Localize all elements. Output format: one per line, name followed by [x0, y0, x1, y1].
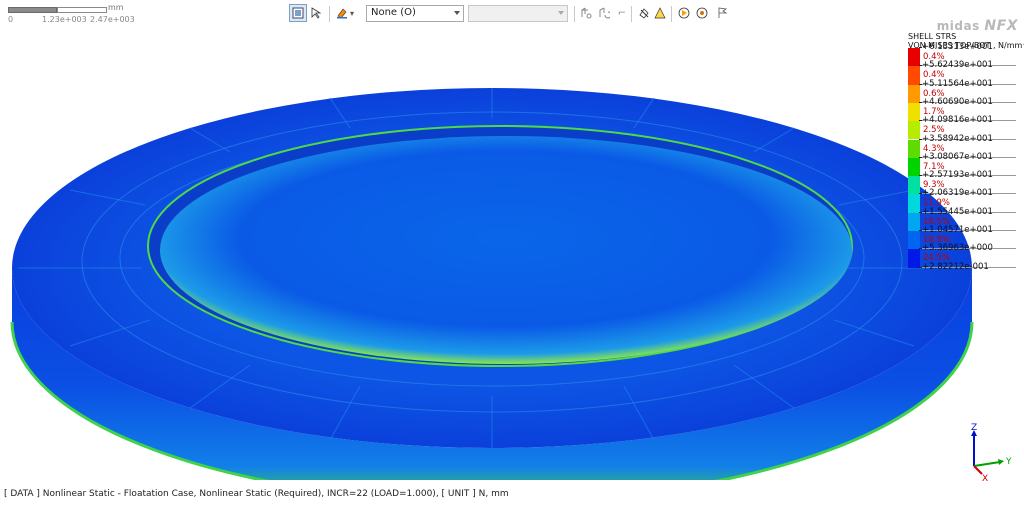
legend-swatch-7: [908, 176, 920, 195]
legend-swatch-10: [908, 231, 920, 250]
chevron-down-icon: [558, 11, 564, 15]
scale-bar-tick-0: 0: [8, 15, 14, 24]
z-axis-label: Z: [971, 423, 977, 433]
scale-bar-tick-2: 2.47e+003: [90, 15, 135, 24]
legend-title-line1: SHELL STRS: [908, 32, 957, 41]
view-toolbar: ▾ None (O) ⌐: [285, 2, 745, 24]
settings-icon[interactable]: [693, 4, 711, 22]
load-case-select[interactable]: None (O): [366, 5, 464, 22]
legend-value-5: +3.58942e+001: [919, 133, 993, 144]
legend-swatch-8: [908, 194, 920, 213]
legend-value-4: +4.09816e+001: [919, 115, 993, 126]
legend-value-7: +2.57193e+001: [919, 170, 993, 181]
legend-value-10: +1.04571e+001: [919, 225, 993, 235]
scale-bar-unit: mm: [108, 3, 124, 12]
warning-icon[interactable]: [651, 4, 669, 22]
model-viewport[interactable]: [0, 26, 1024, 480]
legend-swatch-4: [908, 121, 920, 140]
legend-value-9: +1.55445e+001: [919, 206, 993, 217]
status-line: [ DATA ] Nonlinear Static - Floatation C…: [4, 489, 509, 499]
legend-value-11: +5.36963e+000: [919, 243, 993, 254]
inner-plate: [160, 136, 852, 364]
display-icon[interactable]: [289, 4, 307, 22]
brand-prefix: midas: [936, 19, 980, 33]
view-group-icon[interactable]: [577, 4, 595, 22]
scale-bar-segment-dark: [8, 7, 57, 13]
contour-legend: midas NFX SHELL STRS VON MISES TOP/BOT ,…: [908, 18, 1024, 278]
y-arrow-icon: [998, 459, 1004, 465]
legend-swatch-6: [908, 157, 920, 177]
load-case-value: None (O): [371, 7, 416, 18]
scale-bar: mm 0 1.23e+003 2.47e+003: [8, 3, 168, 27]
legend-value-8: +2.06319e+001: [919, 188, 993, 199]
legend-value-0: +6.13313e+001: [919, 42, 993, 52]
legend-value-3: +4.60690e+001: [919, 96, 993, 107]
legend-value-12: +2.82212e-001: [919, 261, 989, 272]
paint-dropdown-icon[interactable]: ▾: [348, 4, 356, 22]
legend-swatch-9: [908, 212, 920, 231]
play-icon[interactable]: [675, 4, 693, 22]
node-icon[interactable]: ⌐: [613, 4, 631, 22]
legend-swatch-1: [908, 66, 920, 85]
rotate-icon[interactable]: [595, 4, 613, 22]
select-icon[interactable]: [307, 4, 325, 22]
legend-value-1: +5.62439e+001: [919, 60, 993, 71]
y-axis: [973, 461, 1001, 467]
legend-value-2: +5.11564e+001: [919, 78, 993, 89]
legend-swatch-2: [908, 84, 920, 103]
legend-swatch-5: [908, 139, 920, 158]
x-axis-label: X: [982, 474, 988, 484]
chevron-down-icon: [454, 11, 460, 15]
legend-swatch-3: [908, 102, 920, 122]
scale-bar-segment-light: [57, 7, 107, 13]
step-select[interactable]: [468, 5, 568, 22]
axis-triad: Z Y X: [971, 423, 1012, 484]
flag-icon[interactable]: [713, 4, 731, 22]
legend-value-6: +3.08067e+001: [919, 151, 993, 162]
scale-bar-tick-1: 1.23e+003: [42, 15, 87, 24]
legend-swatch-11: [908, 249, 920, 268]
x-axis: [973, 465, 983, 475]
legend-swatch-0: [908, 48, 920, 67]
y-axis-label: Y: [1005, 457, 1012, 467]
